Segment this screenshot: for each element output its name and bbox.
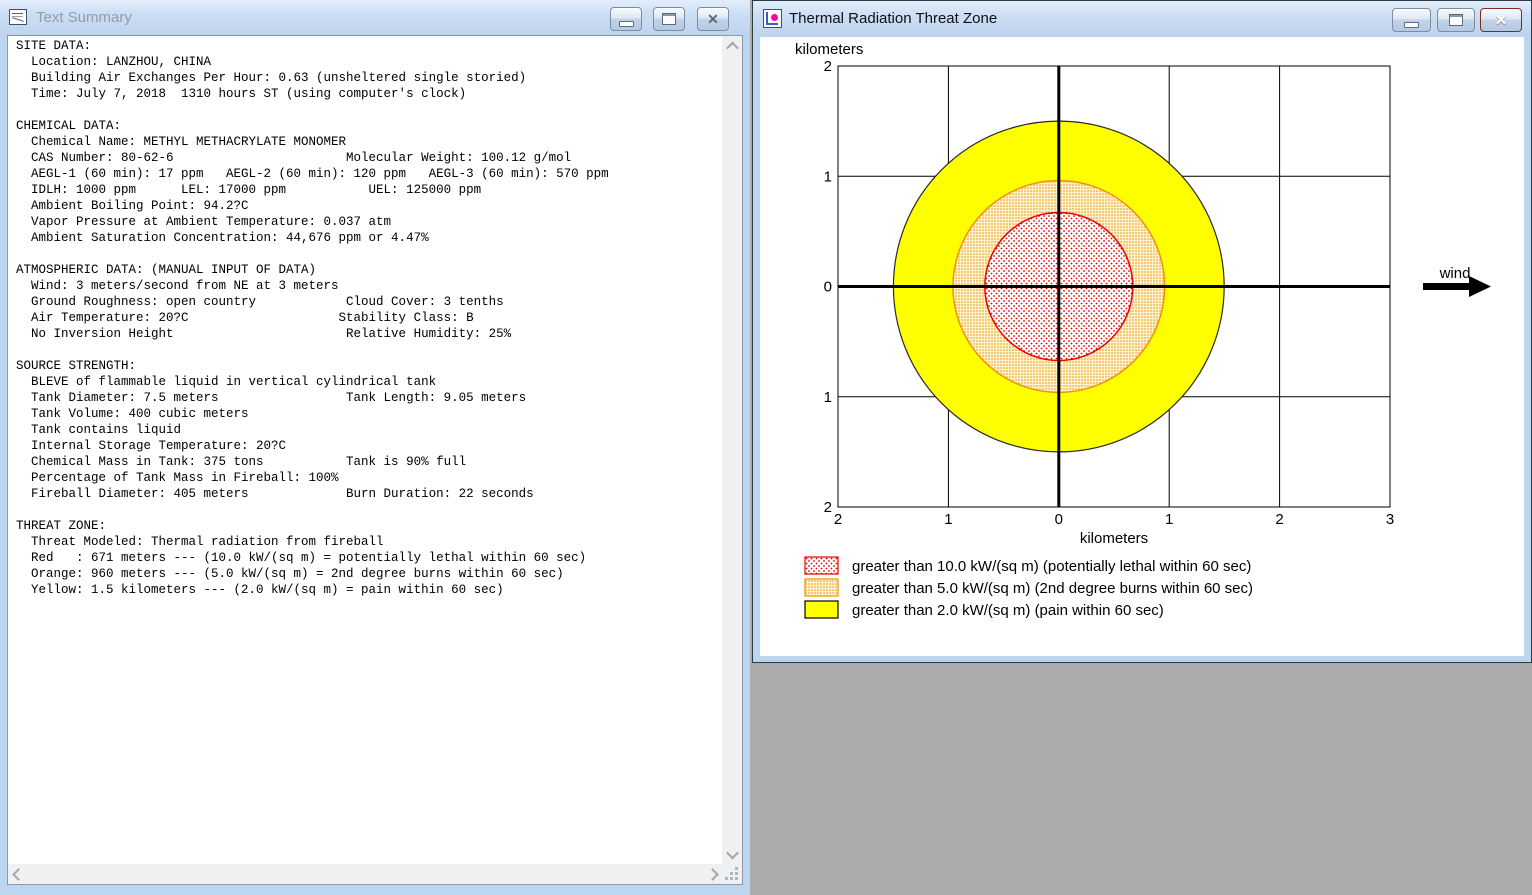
threat-zone-content: 2 1 0 1 2 3 2 1 0 1 2 kilometers kilometers wind great… bbox=[760, 37, 1524, 656]
close-icon: ✕ bbox=[1494, 11, 1508, 29]
maximize-icon bbox=[662, 13, 676, 25]
x-tick-label: 1 bbox=[1165, 511, 1173, 528]
chevron-up-icon bbox=[725, 41, 739, 54]
scroll-right-button[interactable] bbox=[702, 864, 722, 884]
chevron-right-icon bbox=[705, 867, 719, 881]
scrollbar-corner bbox=[722, 864, 742, 884]
x-tick-label: 3 bbox=[1386, 511, 1394, 528]
scroll-down-button[interactable] bbox=[722, 844, 742, 864]
x-tick-label: 0 bbox=[1055, 511, 1063, 528]
summary-text: SITE DATA: Location: LANZHOU, CHINA Buil… bbox=[16, 39, 609, 597]
y-tick-label: 2 bbox=[824, 58, 832, 75]
threat-zone-plot-icon bbox=[763, 9, 782, 28]
y-tick-label: 1 bbox=[824, 389, 832, 406]
text-summary-titlebar[interactable]: Text Summary ✕ bbox=[0, 0, 750, 36]
x-tick-label: 2 bbox=[834, 511, 842, 528]
chevron-left-icon bbox=[11, 867, 25, 881]
window-title: Thermal Radiation Threat Zone bbox=[789, 10, 998, 27]
legend-label-yellow: greater than 2.0 kW/(sq m) (pain within … bbox=[852, 602, 1164, 619]
y-tick-label: 2 bbox=[824, 499, 832, 516]
text-document-icon bbox=[9, 9, 27, 25]
x-axis-title: kilometers bbox=[1080, 530, 1148, 547]
window-title: Text Summary bbox=[36, 9, 132, 26]
text-summary-content: SITE DATA: Location: LANZHOU, CHINA Buil… bbox=[8, 36, 742, 884]
threat-zone-plot: 2 1 0 1 2 321012kilometerskilometerswindgreat… bbox=[795, 41, 1491, 619]
x-tick-label: 2 bbox=[1275, 511, 1283, 528]
minimize-icon bbox=[1404, 21, 1419, 28]
wind-arrow-shaft bbox=[1423, 283, 1469, 290]
wind-label: wind bbox=[1439, 265, 1471, 282]
threat-zone-window: Thermal Radiation Threat Zone ✕ 2 1 0 1 2 3 2 1… bbox=[752, 0, 1532, 663]
text-viewport: SITE DATA: Location: LANZHOU, CHINA Buil… bbox=[8, 36, 722, 864]
legend-label-red: greater than 10.0 kW/(sq m) (potentially… bbox=[852, 558, 1251, 575]
minimize-icon bbox=[618, 20, 634, 27]
x-tick-label: 1 bbox=[944, 511, 952, 528]
chevron-down-icon bbox=[725, 846, 739, 859]
y-tick-label: 0 bbox=[824, 279, 832, 296]
scroll-left-button[interactable] bbox=[8, 864, 28, 884]
wind-arrow-head-icon bbox=[1469, 276, 1491, 297]
maximize-icon bbox=[1449, 14, 1463, 26]
threat-zone-titlebar[interactable]: Thermal Radiation Threat Zone ✕ bbox=[753, 1, 1531, 37]
horizontal-scrollbar[interactable] bbox=[8, 864, 722, 884]
y-tick-label: 1 bbox=[824, 168, 832, 185]
legend-swatch-orange bbox=[804, 578, 839, 597]
desktop: { "desktop": { "background_color": "#aba… bbox=[0, 0, 1532, 895]
scroll-up-button[interactable] bbox=[722, 36, 742, 56]
legend-swatch-red bbox=[804, 556, 839, 575]
close-icon: ✕ bbox=[707, 11, 719, 27]
minimize-button[interactable] bbox=[610, 7, 642, 31]
vertical-scrollbar[interactable] bbox=[722, 36, 742, 864]
legend-swatch-yellow bbox=[804, 600, 839, 619]
y-axis-title: kilometers bbox=[795, 41, 863, 58]
resize-grip-icon[interactable] bbox=[735, 877, 738, 880]
text-summary-window: Text Summary ✕ SITE DATA: Location: LANZ… bbox=[0, 0, 750, 895]
close-button[interactable]: ✕ bbox=[1480, 8, 1522, 32]
maximize-button[interactable] bbox=[1437, 8, 1475, 32]
maximize-button[interactable] bbox=[653, 7, 685, 31]
legend-label-orange: greater than 5.0 kW/(sq m) (2nd degree b… bbox=[852, 580, 1253, 597]
close-button[interactable]: ✕ bbox=[697, 7, 729, 31]
minimize-button[interactable] bbox=[1392, 8, 1431, 32]
